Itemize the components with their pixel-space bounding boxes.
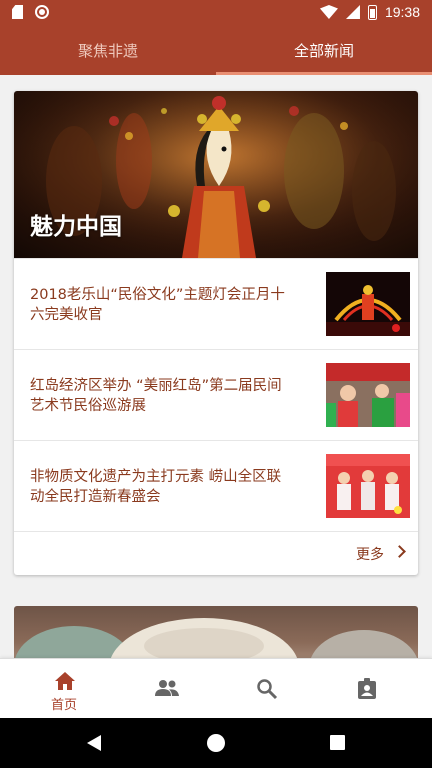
system-navigation-bar (0, 718, 432, 768)
tab-all-news[interactable]: 全部新闻 (216, 25, 432, 75)
nav-profile[interactable] (317, 659, 417, 719)
more-button[interactable]: 更多 (14, 531, 418, 575)
news-thumbnail (326, 454, 410, 518)
news-list-item[interactable]: 红岛经济区举办 “美丽红岛”第二届民间艺术节民俗巡游展 (14, 349, 418, 440)
news-thumbnail (326, 272, 410, 336)
recent-apps-icon[interactable] (330, 735, 345, 750)
chevron-right-icon (393, 545, 406, 558)
news-title: 非物质文化遗产为主打元素 崂山全区联动全民打造新春盛会 (30, 469, 282, 505)
nav-label: 首页 (50, 698, 77, 713)
news-list-item[interactable]: 2018老乐山“民俗文化”主题灯会正月十六完美收官 (14, 258, 418, 349)
record-icon (35, 5, 49, 19)
back-icon[interactable] (87, 735, 101, 751)
nav-home[interactable]: 首页 (14, 659, 114, 719)
contact-badge-icon (358, 678, 376, 699)
section-title: 魅力中国 (30, 214, 122, 240)
sd-card-icon (12, 5, 23, 19)
more-label: 更多 (356, 547, 384, 563)
status-bar: 19:38 (0, 0, 432, 25)
tab-label: 全部新闻 (293, 41, 354, 60)
signal-icon (345, 5, 360, 19)
nav-search[interactable] (216, 659, 316, 719)
section-hero-image[interactable]: 魅力中国 (14, 91, 418, 258)
news-title: 2018老乐山“民俗文化”主题灯会正月十六完美收官 (30, 287, 285, 323)
clock: 19:38 (384, 4, 420, 20)
news-thumbnail (326, 363, 410, 427)
search-icon (257, 679, 278, 700)
pottery-image (14, 618, 418, 666)
home-icon (55, 672, 75, 690)
nav-people[interactable] (115, 659, 215, 719)
battery-icon (367, 4, 377, 20)
tab-label: 聚焦非遗 (77, 41, 138, 60)
top-tab-bar: 聚焦非遗 全部新闻 (0, 25, 432, 75)
news-title: 红岛经济区举办 “美丽红岛”第二届民间艺术节民俗巡游展 (30, 378, 282, 414)
tab-focus-heritage[interactable]: 聚焦非遗 (0, 25, 216, 75)
tab-indicator (216, 72, 432, 75)
people-icon (155, 680, 179, 696)
home-circle-icon[interactable] (207, 734, 225, 752)
news-list-item[interactable]: 非物质文化遗产为主打元素 崂山全区联动全民打造新春盛会 (14, 440, 418, 531)
bottom-navigation: 首页 (0, 658, 432, 718)
wifi-icon (319, 5, 338, 19)
next-section-card[interactable] (14, 606, 418, 666)
news-section-card: 魅力中国 2018老乐山“民俗文化”主题灯会正月十六完美收官 红岛经济区举办 “… (14, 91, 418, 575)
